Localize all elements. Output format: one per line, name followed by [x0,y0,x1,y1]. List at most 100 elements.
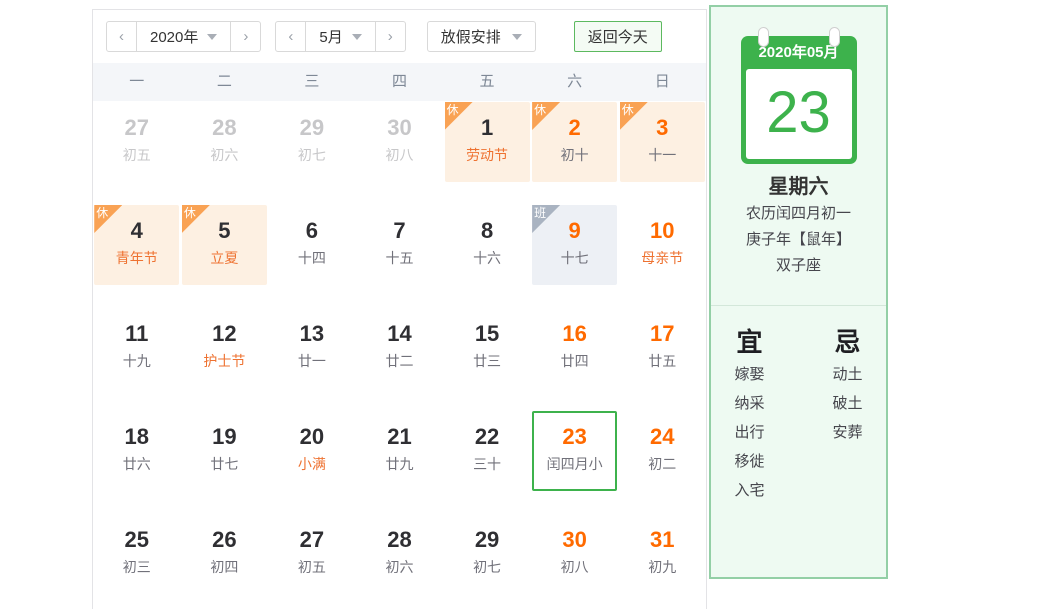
calendar-day-cell[interactable]: 8十六 [443,204,531,307]
calendar-day-cell[interactable]: 22 三十 [443,410,531,513]
month-selector: ‹ 5月 › [275,21,405,52]
month-dropdown[interactable]: 5月 [305,22,375,51]
day-lunar-label: 廿七 [182,453,267,476]
year-dropdown[interactable]: 2020年 [136,22,231,51]
calendar-day-cell[interactable]: 21廿九 [356,410,444,513]
day-number: 27 [94,114,179,141]
day-box: 班9十七 [532,205,617,285]
calendar-day-cell[interactable]: 休3十一 [618,101,706,204]
day-lunar-label: 母亲节 [620,247,705,270]
calendar-toolbar: ‹ 2020年 › ‹ 5月 › 放假安排 返回今天 [106,21,706,52]
day-box: 13廿一 [269,308,354,388]
day-number: 1 [445,114,530,141]
day-lunar-label: 十四 [269,247,354,270]
day-box: 10 母亲节 [620,205,705,285]
calendar-day-cell[interactable]: 16廿四 [531,307,619,410]
calendar-day-cell[interactable]: 29初七 [443,513,531,616]
day-number: 7 [357,217,442,244]
caret-down-icon [352,34,362,40]
day-lunar-label: 廿九 [357,453,442,476]
weekday-label: 一 [93,63,181,101]
weekday-label: 日 [618,63,706,101]
day-number: 30 [357,114,442,141]
day-box: 25初三 [94,514,179,594]
day-box: 28初六 [182,102,267,182]
day-number: 11 [94,320,179,347]
calendar-day-cell[interactable]: 12护士节 [181,307,269,410]
calendar-day-cell[interactable]: 13廿一 [268,307,356,410]
calendar-day-cell[interactable]: 6十四 [268,204,356,307]
ji-item: 安葬 [817,418,879,447]
calendar-day-cell[interactable]: 15廿三 [443,307,531,410]
calendar-day-cell[interactable]: 休5立夏 [181,204,269,307]
day-lunar-label: 十五 [357,247,442,270]
calendar-day-cell[interactable]: 28初六 [181,101,269,204]
date-card: 2020年05月 23 [741,36,857,164]
day-box: 24初二 [620,411,705,491]
day-lunar-label: 青年节 [94,247,179,270]
calendar-day-cell[interactable]: 29初七 [268,101,356,204]
day-box: 30 初八 [532,514,617,594]
month-prev-button[interactable]: ‹ [276,22,305,51]
binder-ring-icon [829,27,840,47]
calendar-day-cell[interactable]: 17廿五 [618,307,706,410]
calendar-day-cell[interactable]: 28初六 [356,513,444,616]
weekday-name: 星期六 [711,173,886,201]
calendar-day-cell[interactable]: 30 初八 [531,513,619,616]
day-lunar-label: 劳动节 [445,144,530,167]
calendar-day-cell[interactable]: 23闰四月小 [531,410,619,513]
year-prev-button[interactable]: ‹ [107,22,136,51]
yi-item: 移徙 [719,447,781,476]
day-number: 20 [269,423,354,450]
yi-item: 嫁娶 [719,360,781,389]
calendar-day-cell[interactable]: 27初五 [93,101,181,204]
calendar-day-cell[interactable]: 19廿七 [181,410,269,513]
day-number: 30 [532,526,617,553]
day-number: 27 [269,526,354,553]
calendar-day-cell[interactable]: 休4青年节 [93,204,181,307]
day-number: 10 [620,217,705,244]
day-number: 17 [620,320,705,347]
selected-day-box: 23闰四月小 [532,411,617,491]
day-lunar-label: 初八 [357,144,442,167]
calendar-day-cell[interactable]: 20 小满 [268,410,356,513]
year-next-button[interactable]: › [231,22,260,51]
day-lunar-label: 初六 [357,556,442,579]
calendar-day-cell[interactable]: 18廿六 [93,410,181,513]
calendar-day-cell[interactable]: 24初二 [618,410,706,513]
calendar-day-cell[interactable]: 31初九 [618,513,706,616]
day-lunar-label: 十六 [445,247,530,270]
day-box: 28初六 [357,514,442,594]
calendar-day-cell[interactable]: 26初四 [181,513,269,616]
day-lunar-label: 小满 [269,453,354,476]
day-lunar-label: 初七 [445,556,530,579]
calendar-day-cell[interactable]: 30 初八 [356,101,444,204]
weekday-label: 六 [531,63,619,101]
month-next-button[interactable]: › [376,22,405,51]
calendar-day-cell[interactable]: 10 母亲节 [618,204,706,307]
day-number: 22 [445,423,530,450]
calendar-day-cell[interactable]: 7 十五 [356,204,444,307]
day-lunar-label: 十一 [620,144,705,167]
calendar-day-cell[interactable]: 11十九 [93,307,181,410]
day-lunar-label: 廿三 [445,350,530,373]
day-box: 26初四 [182,514,267,594]
day-box: 20 小满 [269,411,354,491]
day-box: 6十四 [269,205,354,285]
holiday-schedule-dropdown[interactable]: 放假安排 [427,21,536,52]
day-box: 8十六 [445,205,530,285]
day-lunar-label: 初八 [532,556,617,579]
day-box: 30 初八 [357,102,442,182]
calendar-day-cell[interactable]: 班9十七 [531,204,619,307]
calendar-day-cell[interactable]: 14廿二 [356,307,444,410]
back-to-today-button[interactable]: 返回今天 [574,21,662,52]
ganzhi-year-line: 庚子年【鼠年】 [711,227,886,253]
day-box: 27初五 [269,514,354,594]
calendar-day-cell[interactable]: 休1劳动节 [443,101,531,204]
calendar-day-cell[interactable]: 休2初十 [531,101,619,204]
calendar-day-cell[interactable]: 25初三 [93,513,181,616]
day-lunar-label: 三十 [445,453,530,476]
weekday-label: 五 [443,63,531,101]
yi-column: 宜 嫁娶纳采出行移徙入宅 [719,324,781,505]
calendar-day-cell[interactable]: 27初五 [268,513,356,616]
